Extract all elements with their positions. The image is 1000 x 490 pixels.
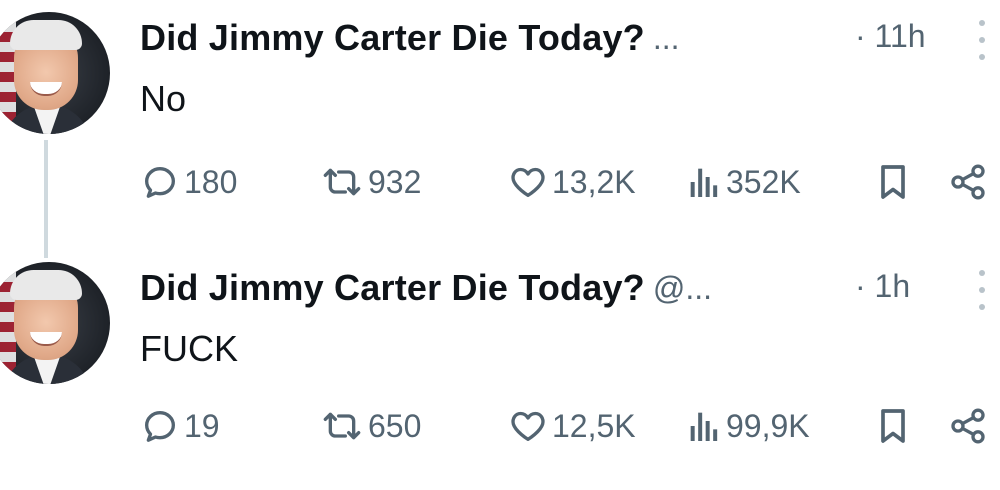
more-icon[interactable]: [970, 270, 994, 310]
retweet-button[interactable]: 650: [320, 402, 421, 450]
views-count: 352K: [726, 163, 801, 200]
reply-icon: [145, 411, 175, 442]
tweet-header: Did Jimmy Carter Die Today? ...: [140, 16, 680, 60]
retweet-count: 650: [368, 407, 422, 444]
tweet-header: Did Jimmy Carter Die Today? @...: [140, 266, 712, 310]
retweet-button[interactable]: 932: [320, 158, 421, 206]
bookmark-icon: [881, 409, 905, 443]
retweet-count: 932: [368, 163, 422, 200]
tweet[interactable]: Did Jimmy Carter Die Today? @... · 1h FU…: [0, 250, 1000, 490]
views-icon: [690, 168, 718, 197]
bookmark-button[interactable]: [875, 402, 911, 450]
retweet-icon: [323, 412, 361, 440]
avatar[interactable]: [0, 262, 110, 384]
user-handle[interactable]: ...: [653, 20, 680, 57]
like-icon: [511, 411, 545, 441]
reply-button[interactable]: 19: [140, 402, 220, 450]
display-name[interactable]: Did Jimmy Carter Die Today?: [140, 267, 645, 309]
views-count: 99,9K: [726, 407, 810, 444]
views-button[interactable]: 352K: [686, 158, 801, 206]
reply-icon: [145, 167, 175, 198]
views-icon: [690, 412, 718, 441]
like-button[interactable]: 13,2K: [508, 158, 636, 206]
like-button[interactable]: 12,5K: [508, 402, 636, 450]
user-handle[interactable]: @...: [653, 270, 712, 307]
share-icon: [951, 164, 985, 200]
share-button[interactable]: [948, 158, 988, 206]
like-count: 12,5K: [552, 407, 636, 444]
more-icon[interactable]: [970, 20, 994, 60]
reply-count: 180: [184, 163, 238, 200]
tweet-actions: 180 932 13,2K 352K: [140, 158, 1000, 206]
avatar[interactable]: [0, 12, 110, 134]
like-icon: [511, 167, 545, 197]
tweet-text: FUCK: [140, 328, 238, 369]
like-count: 13,2K: [552, 163, 636, 200]
share-button[interactable]: [948, 402, 988, 450]
share-icon: [951, 408, 985, 444]
timestamp[interactable]: · 11h: [855, 18, 926, 55]
tweet-actions: 19 650 12,5K 99,9K: [140, 402, 1000, 450]
reply-button[interactable]: 180: [140, 158, 237, 206]
retweet-icon: [323, 168, 361, 196]
tweet[interactable]: Did Jimmy Carter Die Today? ... · 11h No…: [0, 0, 1000, 240]
views-button[interactable]: 99,9K: [686, 402, 810, 450]
timestamp[interactable]: · 1h: [855, 268, 910, 305]
bookmark-icon: [881, 165, 905, 199]
display-name[interactable]: Did Jimmy Carter Die Today?: [140, 17, 645, 59]
bookmark-button[interactable]: [875, 158, 911, 206]
tweet-text: No: [140, 78, 187, 119]
reply-count: 19: [184, 407, 220, 444]
